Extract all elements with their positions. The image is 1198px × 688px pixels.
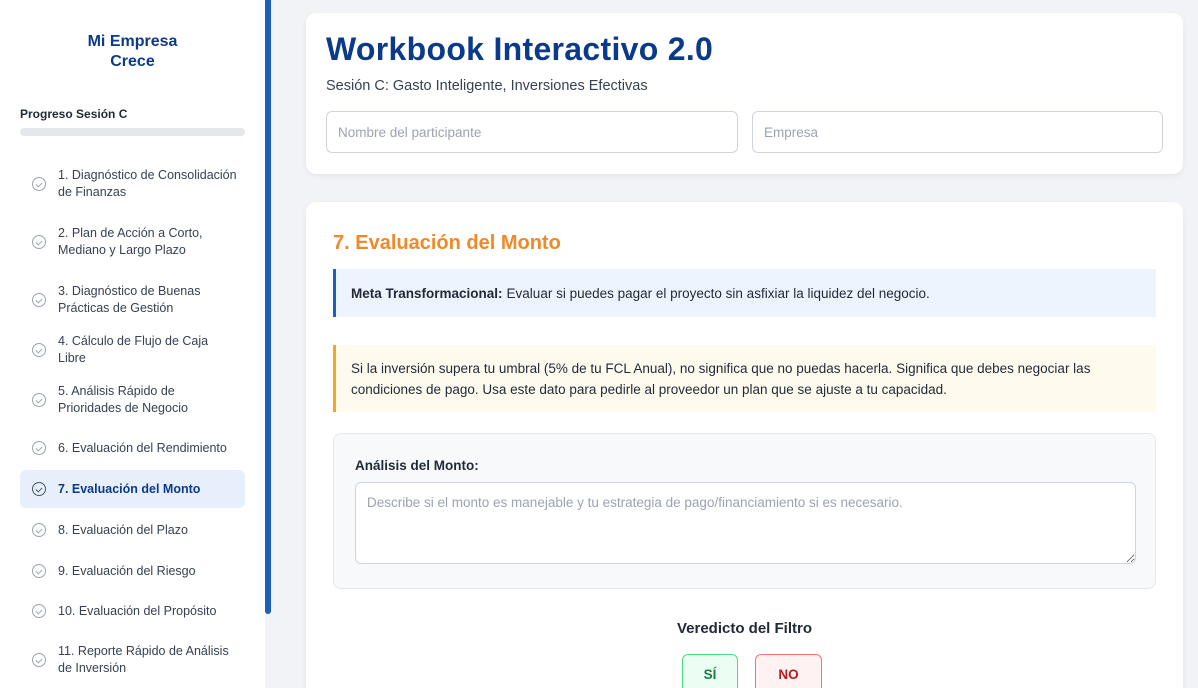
sidebar-item-3[interactable]: 3. Diagnóstico de Buenas Prácticas de Ge… [20, 282, 245, 318]
participant-name-input[interactable] [326, 111, 738, 153]
sidebar-item-10[interactable]: 10. Evaluación del Propósito [20, 593, 245, 629]
brand-line-2: Crece [110, 53, 155, 70]
check-circle-icon [32, 441, 46, 455]
sidebar-item-label: 6. Evaluación del Rendimiento [58, 440, 227, 455]
sidebar-item-label: 5. Análisis Rápido de Prioridades de Neg… [58, 384, 188, 415]
sidebar-item-label: 1. Diagnóstico de Consolidación de Finan… [58, 168, 237, 199]
sidebar-item-label: 4. Cálculo de Flujo de Caja Libre [58, 334, 209, 365]
analysis-label: Análisis del Monto: [355, 458, 479, 473]
company-input[interactable] [752, 111, 1163, 153]
check-circle-icon [32, 604, 46, 618]
sidebar-item-label: 7. Evaluación del Monto [58, 481, 201, 496]
sidebar-item-8[interactable]: 8. Evaluación del Plazo [20, 512, 245, 548]
verdict-no-button[interactable]: NO [755, 654, 822, 688]
check-circle-icon [32, 235, 46, 249]
meta-label: Meta Transformacional: [351, 285, 503, 301]
progress-label: Progreso Sesión C [20, 107, 128, 121]
page-title: Workbook Interactivo 2.0 [326, 31, 714, 67]
brand-line-1: Mi Empresa [87, 33, 178, 50]
sidebar-item-7[interactable]: 7. Evaluación del Monto [20, 470, 245, 508]
header-card: Workbook Interactivo 2.0 Sesión C: Gasto… [306, 13, 1183, 174]
sidebar-item-label: 9. Evaluación del Riesgo [58, 563, 196, 578]
section-title: 7. Evaluación del Monto [333, 232, 561, 254]
sidebar-item-label: 2. Plan de Acción a Corto, Mediano y Lar… [58, 226, 203, 257]
check-circle-icon [32, 393, 46, 407]
sidebar-item-1[interactable]: 1. Diagnóstico de Consolidación de Finan… [20, 166, 245, 202]
check-circle-icon [32, 293, 46, 307]
check-circle-icon [32, 653, 46, 667]
sidebar-item-5[interactable]: 5. Análisis Rápido de Prioridades de Neg… [20, 382, 245, 418]
check-circle-icon [32, 523, 46, 537]
sidebar-item-label: 10. Evaluación del Propósito [58, 603, 217, 618]
check-circle-icon [32, 564, 46, 578]
section-card: 7. Evaluación del Monto Meta Transformac… [306, 202, 1183, 688]
meta-text: Evaluar si puedes pagar el proyecto sin … [506, 285, 930, 301]
analysis-textarea[interactable] [355, 482, 1136, 564]
sidebar-item-2[interactable]: 2. Plan de Acción a Corto, Mediano y Lar… [20, 224, 245, 260]
warning-callout: Si la inversión supera tu umbral (5% de … [333, 345, 1156, 412]
sidebar: Mi Empresa Crece Progreso Sesión C 1. Di… [0, 0, 265, 688]
sidebar-item-4[interactable]: 4. Cálculo de Flujo de Caja Libre [20, 332, 245, 368]
sidebar-item-9[interactable]: 9. Evaluación del Riesgo [20, 553, 245, 589]
check-circle-icon [32, 482, 46, 496]
sidebar-item-label: 3. Diagnóstico de Buenas Prácticas de Ge… [58, 284, 201, 315]
check-circle-icon [32, 177, 46, 191]
analysis-panel: Análisis del Monto: [333, 433, 1156, 589]
sidebar-item-label: 8. Evaluación del Plazo [58, 522, 188, 537]
sidebar-scrollbar[interactable] [265, 0, 271, 614]
sidebar-item-11[interactable]: 11. Reporte Rápido de Análisis de Invers… [20, 642, 245, 678]
sidebar-item-label: 11. Reporte Rápido de Análisis de Invers… [58, 644, 229, 675]
session-subtitle: Sesión C: Gasto Inteligente, Inversiones… [326, 78, 648, 94]
meta-callout: Meta Transformacional: Evaluar si puedes… [333, 269, 1156, 317]
verdict-title: Veredicto del Filtro [676, 620, 813, 637]
brand-logo: Mi Empresa Crece [0, 32, 265, 72]
verdict-yes-button[interactable]: SÍ [682, 654, 738, 688]
check-circle-icon [32, 343, 46, 357]
progress-bar [20, 128, 245, 136]
sidebar-item-6[interactable]: 6. Evaluación del Rendimiento [20, 430, 245, 466]
